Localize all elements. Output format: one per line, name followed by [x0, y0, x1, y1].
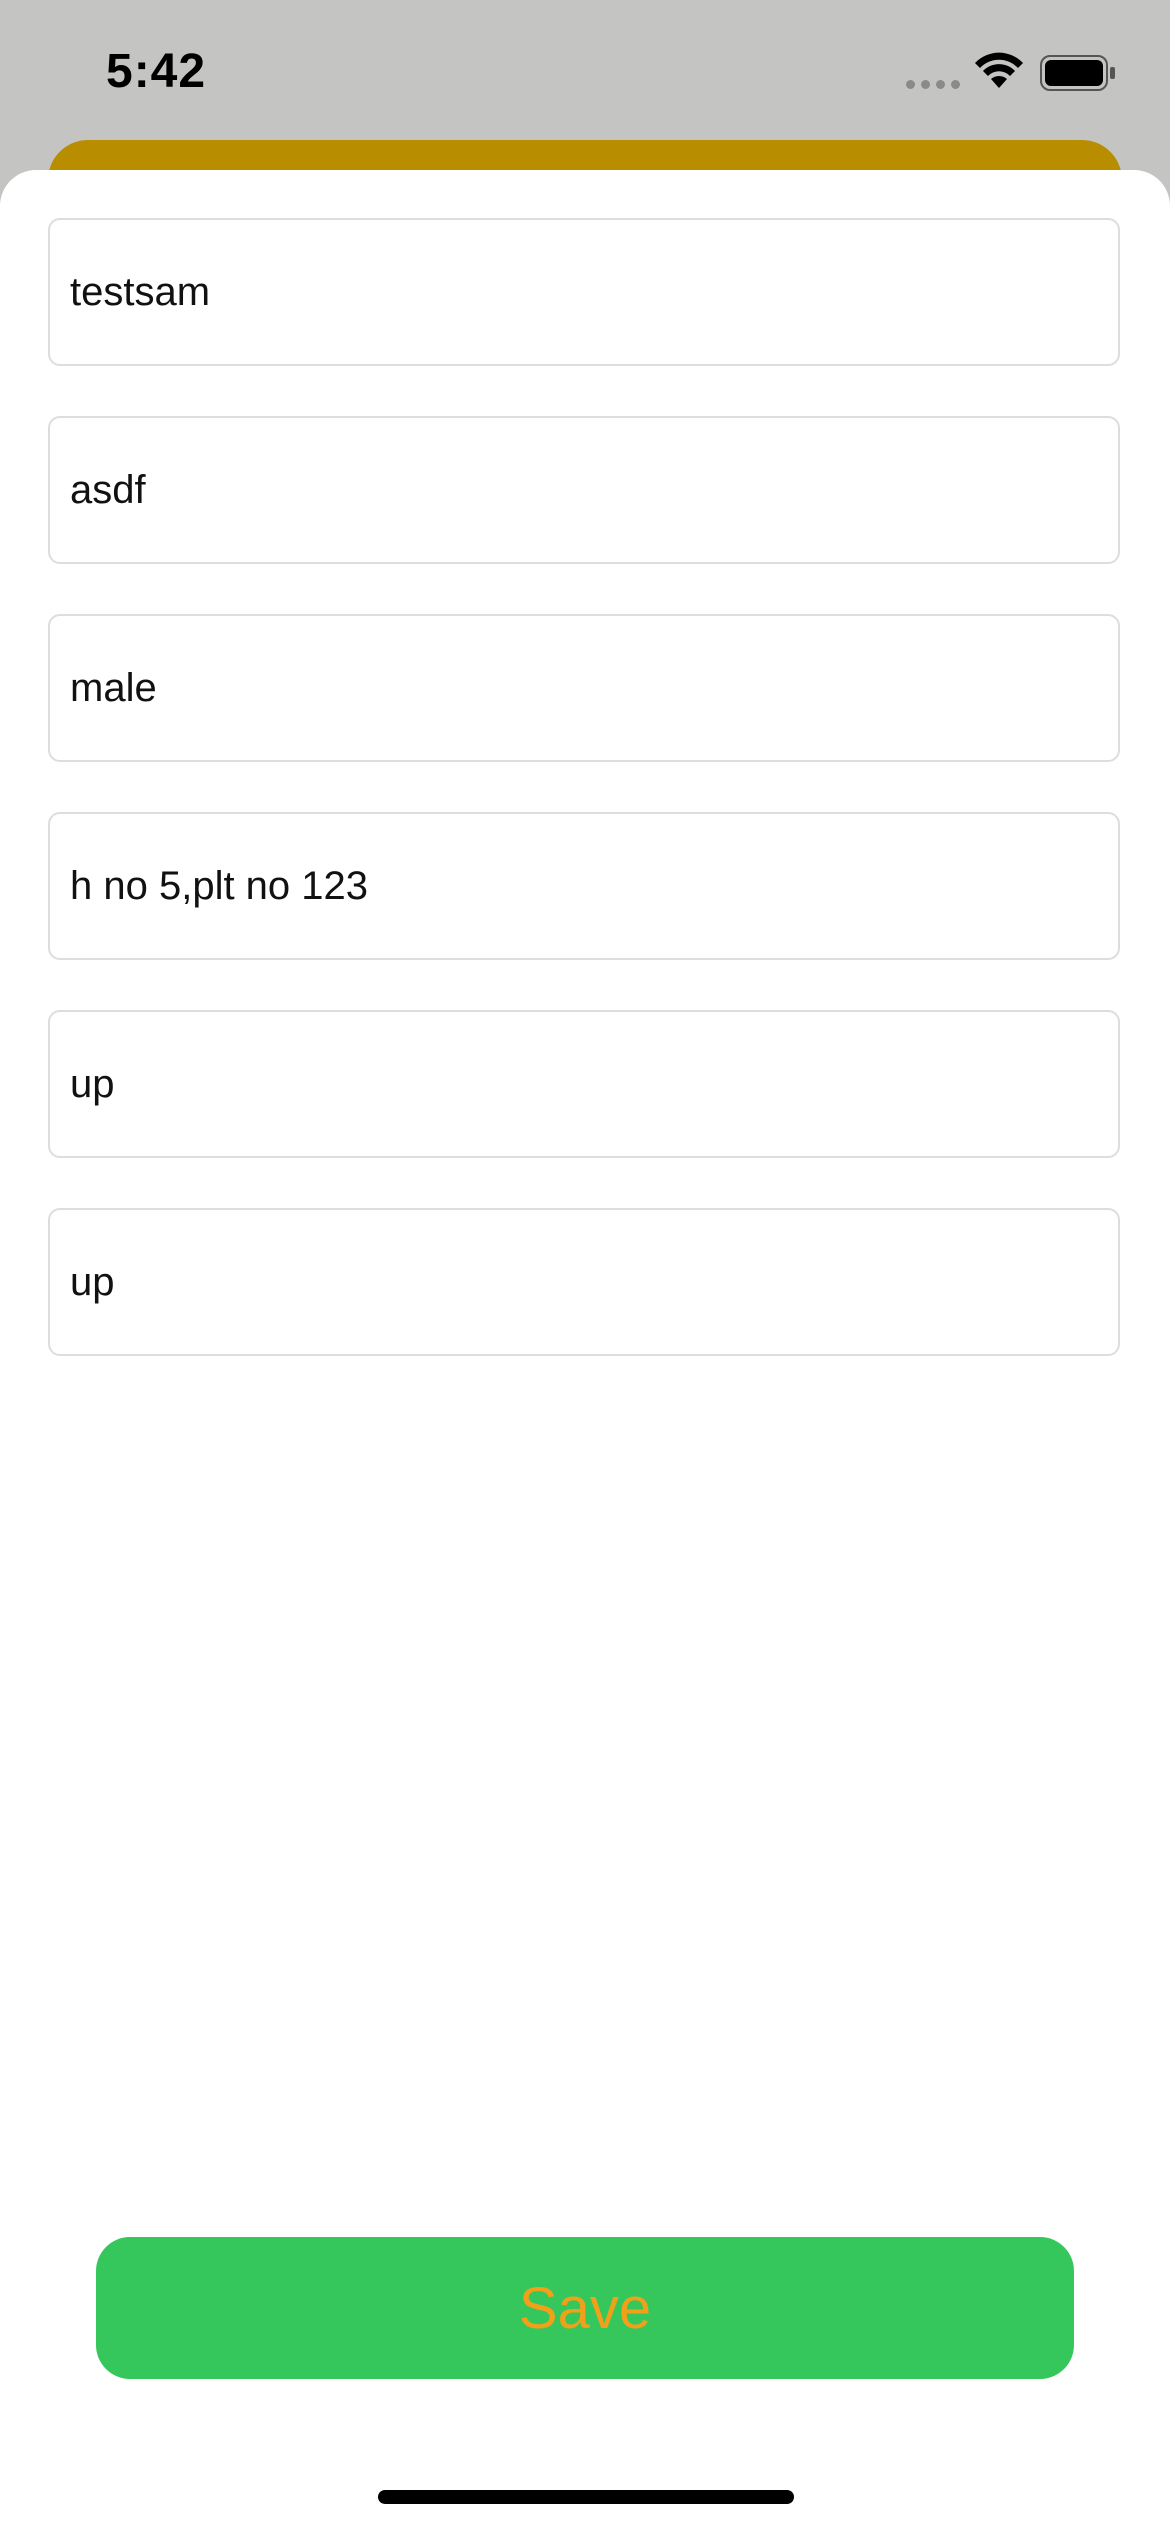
- state-field[interactable]: up: [48, 1208, 1120, 1356]
- name-field[interactable]: testsam: [48, 218, 1120, 366]
- status-bar: 5:42: [0, 0, 1170, 150]
- address-field[interactable]: h no 5,plt no 123: [48, 812, 1120, 960]
- save-button[interactable]: Save: [96, 2237, 1074, 2379]
- cellular-signal-icon: [906, 80, 960, 89]
- status-time: 5:42: [106, 45, 207, 98]
- wifi-icon: [975, 52, 1023, 88]
- city-field[interactable]: up: [48, 1010, 1120, 1158]
- home-indicator[interactable]: [378, 2490, 794, 2504]
- gender-field[interactable]: male: [48, 614, 1120, 762]
- battery-icon: [1040, 55, 1115, 91]
- last-name-field[interactable]: asdf: [48, 416, 1120, 564]
